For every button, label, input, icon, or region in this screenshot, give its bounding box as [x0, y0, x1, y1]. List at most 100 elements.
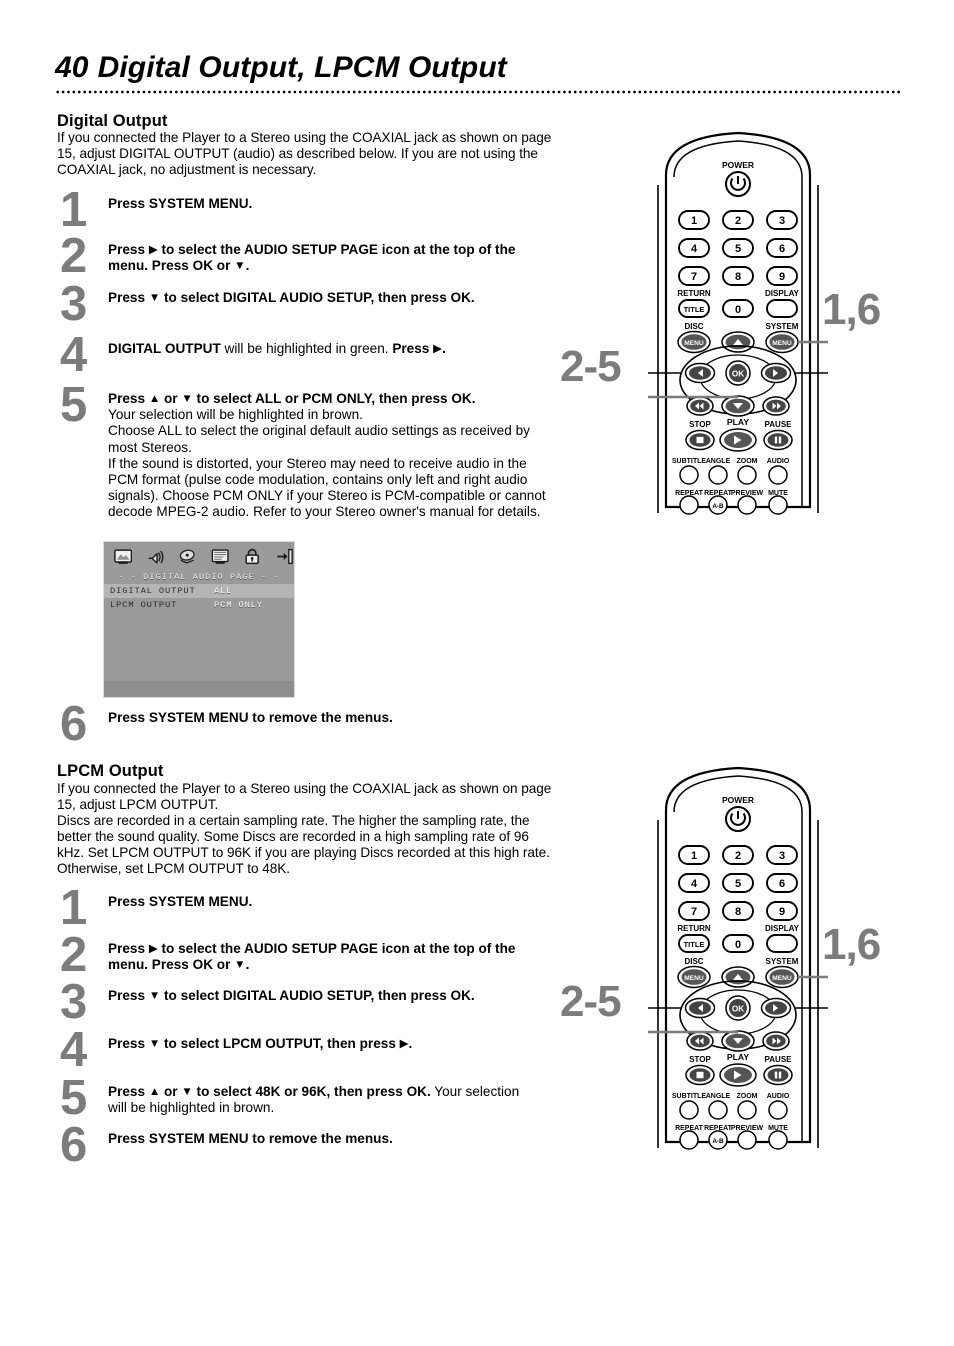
svg-text:6: 6: [779, 878, 785, 890]
step-number: 3: [60, 975, 88, 1029]
mute-button: [768, 1130, 788, 1150]
right-button: [760, 997, 792, 1019]
disc-menu-button: MENU: [677, 330, 711, 354]
audio-label: AUDIO: [767, 458, 790, 465]
svg-text:MENU: MENU: [772, 340, 792, 347]
stop-label: STOP: [689, 1055, 711, 1064]
step-number: 5: [60, 378, 88, 432]
right-button: [760, 362, 792, 384]
video-setup-icon: [179, 549, 195, 564]
display-label: DISPLAY: [765, 924, 800, 933]
zoom-button: [737, 465, 757, 485]
digital-output-intro: If you connected the Player to a Stereo …: [57, 130, 552, 178]
osd-footer-bar: [104, 681, 294, 697]
lpcm-output-heading: LPCM Output: [57, 762, 164, 780]
step-number: 6: [60, 1118, 88, 1172]
repeat-ab-button: A-B: [708, 1130, 728, 1150]
osd-row-value: ALL: [214, 586, 233, 596]
stop-button: [685, 429, 715, 451]
step-number: 4: [60, 328, 88, 382]
number-button-3: 3: [766, 210, 798, 230]
return-label: RETURN: [677, 924, 711, 933]
step-text: Press ▶ to select the AUDIO SETUP PAGE i…: [108, 941, 516, 973]
step-4-lpcm: 4 Press ▼ to select LPCM OUTPUT, then pr…: [60, 1026, 560, 1075]
ok-button: OK: [725, 995, 751, 1021]
angle-button: [708, 1100, 728, 1120]
down-button: [721, 1030, 755, 1052]
audio-button: [768, 465, 788, 485]
angle-label: ANGLE: [706, 1093, 731, 1100]
disc-menu-button: MENU: [677, 965, 711, 989]
step-text: Press ▲ or ▼ to select ALL or PCM ONLY, …: [108, 391, 546, 520]
audio-setup-icon: [149, 550, 164, 564]
down-button: [721, 395, 755, 417]
number-button-1: 1: [678, 845, 710, 865]
next-button: [762, 1031, 790, 1051]
osd-row-value: PCM ONLY: [214, 600, 263, 610]
page-title-text: Digital Output, LPCM Output: [97, 51, 507, 84]
svg-text:1: 1: [691, 850, 697, 862]
step-2-digital: 2 Press ▶ to select the AUDIO SETUP PAGE…: [60, 232, 550, 281]
up-button-outer: [721, 331, 755, 353]
step-6-lpcm: 6 Press SYSTEM MENU to remove the menus.: [60, 1121, 560, 1170]
step-number: 6: [60, 697, 88, 751]
preference-setup-icon: [211, 548, 229, 564]
svg-text:3: 3: [779, 850, 785, 862]
pause-button: [763, 429, 793, 451]
callout-bottom-left: 2-5: [560, 977, 622, 1026]
repeat-button: [679, 1130, 699, 1150]
power-label: POWER: [722, 795, 754, 805]
svg-text:9: 9: [779, 906, 785, 918]
step-text: Press ▶ to select the AUDIO SETUP PAGE i…: [108, 242, 516, 274]
step-number: 2: [60, 928, 88, 982]
osd-setup-screenshot: - - DIGITAL AUDIO PAGE - - DIGITAL OUTPU…: [104, 542, 294, 697]
number-button-0: 0: [722, 934, 754, 953]
repeat-ab-button: A-B: [708, 495, 728, 515]
svg-text:2: 2: [735, 850, 741, 862]
power-label: POWER: [722, 160, 754, 170]
step-number: 1: [60, 881, 88, 935]
audio-label: AUDIO: [767, 1093, 790, 1100]
next-button: [762, 396, 790, 416]
number-button-5: 5: [722, 873, 754, 893]
svg-text:6: 6: [779, 243, 785, 255]
remote-control-diagram-top: POWER 1 2 3 4 5 6 7 8 9 RETURN DISPLAY T…: [648, 125, 828, 515]
up-button-outer: [721, 966, 755, 988]
system-menu-button: MENU: [765, 965, 799, 989]
display-button: [766, 934, 798, 953]
osd-page-title: - - DIGITAL AUDIO PAGE - -: [118, 572, 280, 582]
section-digital-output-heading: Digital Output: [57, 112, 557, 131]
svg-text:9: 9: [779, 271, 785, 283]
svg-text:3: 3: [779, 215, 785, 227]
step-number: 3: [60, 277, 88, 331]
svg-text:A-B: A-B: [712, 1138, 724, 1145]
exit-setup-icon: [277, 548, 293, 564]
digital-output-heading: Digital Output: [57, 112, 168, 130]
number-button-0: 0: [722, 299, 754, 318]
header-dotted-divider: [55, 90, 900, 94]
callout-top-right: 1,6: [822, 285, 881, 334]
step-text: DIGITAL OUTPUT will be highlighted in gr…: [108, 341, 446, 356]
disc-label: DISC: [684, 322, 703, 331]
osd-icon-bar: [104, 542, 294, 570]
svg-text:8: 8: [735, 271, 741, 283]
number-button-7: 7: [678, 266, 710, 286]
svg-text:OK: OK: [732, 370, 744, 379]
number-button-7: 7: [678, 901, 710, 921]
password-lock-icon: [245, 548, 260, 564]
display-label: DISPLAY: [765, 289, 800, 298]
play-button: [719, 428, 757, 452]
osd-row-lpcm-output[interactable]: LPCM OUTPUT PCM ONLY: [104, 598, 294, 612]
svg-text:7: 7: [691, 906, 697, 918]
subtitle-button: [679, 465, 699, 485]
number-button-9: 9: [766, 901, 798, 921]
number-button-8: 8: [722, 266, 754, 286]
preview-button: [737, 1130, 757, 1150]
osd-row-digital-output[interactable]: DIGITAL OUTPUT ALL: [104, 584, 294, 598]
play-label: PLAY: [727, 1052, 749, 1062]
callout-bottom-right: 1,6: [822, 920, 881, 969]
svg-text:2: 2: [735, 215, 741, 227]
pause-label: PAUSE: [765, 1055, 793, 1064]
number-button-2: 2: [722, 210, 754, 230]
svg-text:4: 4: [691, 243, 698, 255]
